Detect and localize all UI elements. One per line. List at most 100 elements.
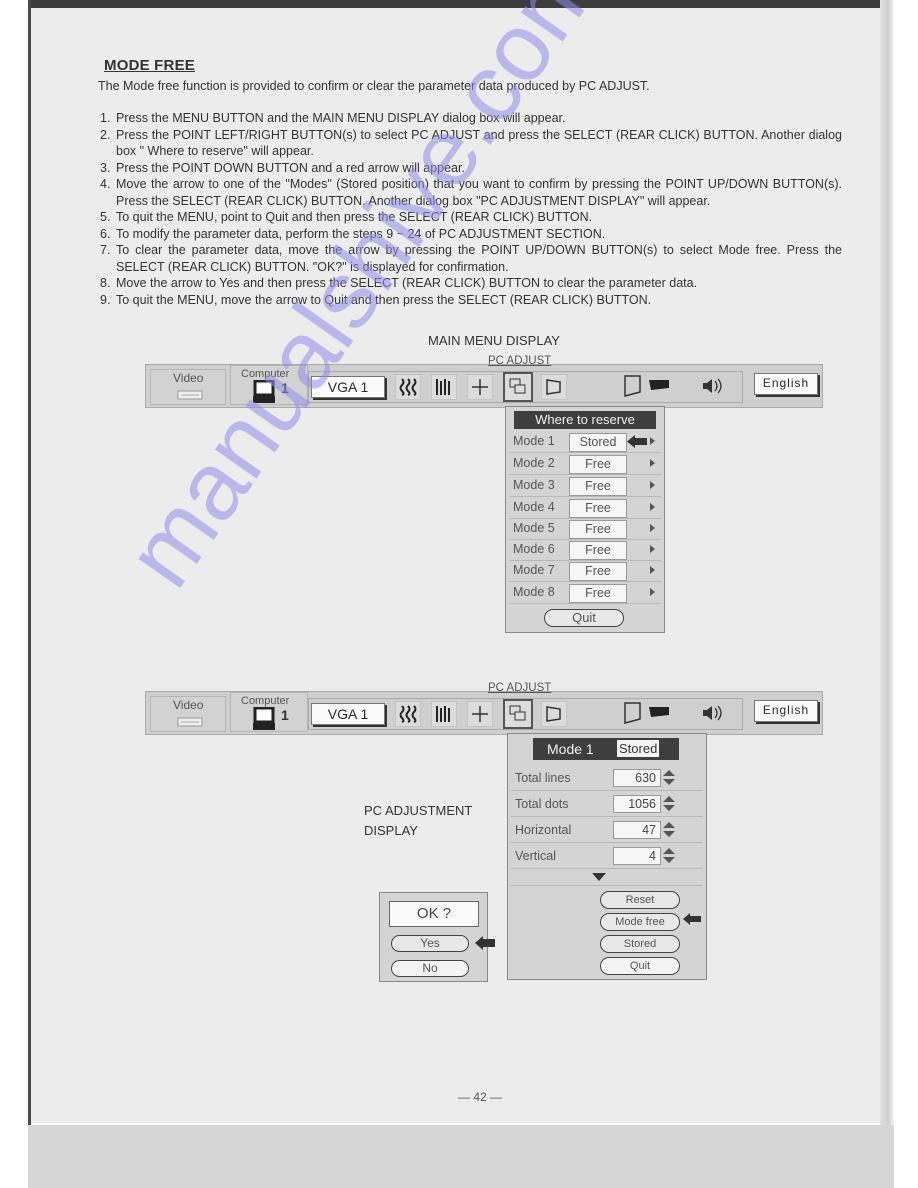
image-level-icon[interactable]	[431, 374, 457, 400]
step-item: 5. To quit the MENU, point to Quit and th…	[100, 209, 842, 226]
step-text: Press the POINT DOWN BUTTON and a red ar…	[116, 160, 465, 175]
step-item: 7. To clear the parameter data, move the …	[100, 242, 842, 275]
adjustment-value[interactable]: 47	[613, 821, 661, 839]
pc-adjustment-display-caption-line2: DISPLAY	[364, 823, 418, 838]
source-select[interactable]: VGA 1	[311, 376, 385, 398]
no-button[interactable]: No	[391, 960, 469, 977]
step-number: 5.	[100, 210, 111, 224]
image-adjust-icon[interactable]	[395, 374, 421, 400]
mode-status: Free	[569, 499, 627, 518]
adjustment-row[interactable]: Horizontal 47	[511, 817, 703, 843]
mode-row[interactable]: Mode 8 Free	[509, 582, 661, 604]
adjustment-value[interactable]: 1056	[613, 795, 661, 813]
screen-icon[interactable]	[623, 374, 643, 398]
up-down-arrows-icon[interactable]	[663, 796, 675, 811]
menu-video-tab[interactable]: Video	[150, 696, 226, 732]
mode-status: Free	[569, 584, 627, 603]
mode-free-button[interactable]: Mode free	[600, 913, 680, 931]
step-text: To clear the parameter data, move the ar…	[116, 243, 842, 274]
projector-icon[interactable]	[648, 379, 670, 391]
position-icon[interactable]	[467, 701, 493, 727]
adjustment-row[interactable]: Total lines 630	[511, 765, 703, 791]
stored-button[interactable]: Stored	[600, 935, 680, 953]
pc-adjust-icon[interactable]	[503, 372, 533, 402]
keystone-icon[interactable]	[541, 701, 567, 727]
menu-computer-tab[interactable]: Computer 1	[230, 692, 308, 732]
video-label: Video	[173, 698, 204, 712]
steps-list: 1. Press the MENU BUTTON and the MAIN MEN…	[100, 110, 842, 308]
adjustment-row[interactable]: Vertical 4	[511, 843, 703, 869]
mode-row[interactable]: Mode 1 Stored	[509, 431, 661, 453]
mode-row[interactable]: Mode 2 Free	[509, 453, 661, 475]
menu-video-tab[interactable]: Video	[150, 369, 226, 405]
ok-confirm-dialog: OK ? Yes No	[379, 892, 488, 982]
up-down-arrows-icon[interactable]	[663, 848, 675, 863]
mode-row[interactable]: Mode 6 Free	[509, 539, 661, 561]
yes-button[interactable]: Yes	[391, 935, 469, 952]
scroll-down-arrow-icon[interactable]	[592, 873, 606, 881]
divider	[511, 885, 703, 886]
menu-computer-tab[interactable]: Computer 1	[230, 365, 308, 405]
mode-status: Free	[569, 520, 627, 539]
pc-adjust-menu-bar: Video Computer 1 PC ADJUST VGA 1 English	[145, 682, 823, 735]
pointer-arrow-icon	[627, 435, 647, 448]
adjustment-value[interactable]: 630	[613, 769, 661, 787]
position-icon[interactable]	[467, 374, 493, 400]
mode-row[interactable]: Mode 3 Free	[509, 475, 661, 497]
pc-adjust-label: PC ADJUST	[488, 355, 552, 367]
step-text: To quit the MENU, point to Quit and then…	[116, 210, 593, 224]
pc-adjust-icon[interactable]	[503, 699, 533, 729]
source-select[interactable]: VGA 1	[311, 703, 385, 725]
language-select[interactable]: English	[754, 373, 818, 395]
step-item: 4. Move the arrow to one of the "Modes" (…	[100, 176, 842, 209]
step-text: To quit the MENU, move the arrow to Quit…	[116, 292, 652, 307]
video-deck-icon	[177, 390, 203, 400]
image-adjust-icon[interactable]	[395, 701, 421, 727]
computer-number: 1	[281, 380, 289, 396]
mode-label: Mode 2	[513, 456, 555, 470]
mode-row[interactable]: Mode 5 Free	[509, 518, 661, 540]
step-item: 3. Press the POINT DOWN BUTTON and a red …	[100, 160, 842, 177]
quit-button[interactable]: Quit	[544, 609, 624, 627]
sound-icon[interactable]	[701, 703, 725, 723]
mode-header-label: Mode 1	[547, 741, 594, 757]
step-number: 7.	[100, 243, 111, 257]
adjustment-row[interactable]: Total dots 1056	[511, 791, 703, 817]
image-level-icon[interactable]	[431, 701, 457, 727]
screen-icon[interactable]	[623, 701, 643, 725]
scan-bottom-area	[28, 1125, 894, 1188]
mode-row[interactable]: Mode 4 Free	[509, 497, 661, 519]
adjustment-value[interactable]: 4	[613, 847, 661, 865]
step-number: 9.	[100, 292, 111, 307]
language-select[interactable]: English	[754, 700, 818, 722]
step-item: 2. Press the POINT LEFT/RIGHT BUTTON(s) t…	[100, 127, 842, 160]
adjustment-label: Vertical	[515, 849, 556, 863]
video-label: Video	[173, 371, 204, 385]
submenu-arrow-icon	[650, 503, 655, 511]
computer-icon	[253, 380, 275, 403]
mode-label: Mode 7	[513, 563, 555, 577]
step-number: 8.	[100, 276, 111, 290]
mode-label: Mode 6	[513, 542, 555, 556]
step-item: 8. Move the arrow to Yes and then press t…	[100, 275, 842, 292]
pointer-arrow-icon	[475, 936, 495, 950]
pc-adjustment-display-caption: PC ADJUSTMENT	[364, 803, 473, 818]
projector-icon[interactable]	[648, 706, 670, 718]
quit-button[interactable]: Quit	[600, 957, 680, 975]
computer-label: Computer	[241, 368, 290, 380]
up-down-arrows-icon[interactable]	[663, 822, 675, 837]
where-to-reserve-title: Where to reserve	[514, 411, 656, 429]
step-number: 3.	[100, 160, 111, 175]
computer-number: 1	[281, 707, 289, 723]
mode-status: Stored	[569, 433, 627, 452]
mode-row[interactable]: Mode 7 Free	[509, 560, 661, 582]
adjustment-label: Total lines	[515, 771, 571, 785]
up-down-arrows-icon[interactable]	[663, 770, 675, 785]
keystone-icon[interactable]	[541, 374, 567, 400]
mode-label: Mode 1	[513, 434, 555, 448]
mode-status: Free	[569, 541, 627, 560]
pc-adjust-label: PC ADJUST	[488, 682, 552, 694]
main-menu-bar: Video Computer 1 PC ADJUST VGA 1 English	[145, 355, 823, 408]
sound-icon[interactable]	[701, 376, 725, 396]
reset-button[interactable]: Reset	[600, 891, 680, 909]
